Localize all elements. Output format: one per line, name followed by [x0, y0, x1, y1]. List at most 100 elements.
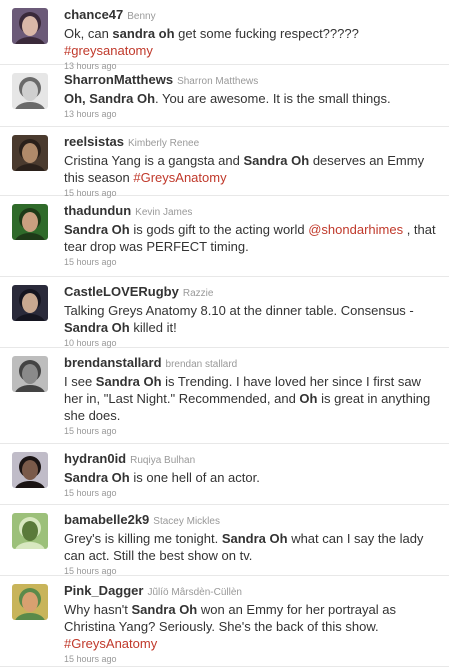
real-name: Kimberly Renee — [128, 138, 200, 149]
tweet-text: Ok, can sandra oh get some fucking respe… — [64, 25, 439, 59]
highlighted-term: Sandra Oh — [243, 153, 310, 168]
tweet-item[interactable]: hydran0id Ruqiya Bulhan Sandra Oh is one h… — [0, 444, 449, 505]
tweet-text-segment: Talking Greys Anatomy 8.10 at the dinner… — [64, 303, 414, 318]
tweet-item[interactable]: chance47 Benny Ok, can sandra oh get some … — [0, 0, 449, 71]
tweet-text-segment: get some fucking respect????? — [174, 26, 359, 41]
tweet-header: hydran0id Ruqiya Bulhan — [64, 451, 439, 469]
tweet-item[interactable]: SharronMatthews Sharron Matthews Oh, Sandr… — [0, 65, 449, 127]
tweet-item[interactable]: bamabelle2k9 Stacey Mickles Grey's is kill… — [0, 505, 449, 576]
screen-name-link[interactable]: reelsistas — [64, 134, 124, 149]
avatar-image — [12, 452, 48, 488]
highlighted-term: Oh, Sandra Oh — [64, 91, 156, 106]
tweet-text: Talking Greys Anatomy 8.10 at the dinner… — [64, 302, 439, 336]
screen-name-link[interactable]: SharronMatthews — [64, 72, 173, 87]
tweet-content: bamabelle2k9 Stacey Mickles Grey's is kill… — [64, 512, 439, 576]
screen-name-link[interactable]: hydran0id — [64, 451, 126, 466]
tweet-item[interactable]: Pink_Dagger Jũlíö Mârsdèn-Cüllèn Why hasn'… — [0, 576, 449, 667]
avatar[interactable] — [12, 73, 48, 109]
tweet-content: thadundun Kevin James Sandra Oh is gods gi… — [64, 203, 439, 267]
hashtag-link[interactable]: #greysanatomy — [64, 43, 153, 58]
tweet-content: Pink_Dagger Jũlíö Mârsdèn-Cüllèn Why hasn'… — [64, 583, 439, 664]
screen-name-link[interactable]: chance47 — [64, 7, 123, 22]
tweet-text-segment: Why hasn't — [64, 602, 132, 617]
tweet-content: chance47 Benny Ok, can sandra oh get some … — [64, 7, 439, 71]
tweet-text: Sandra Oh is one hell of an actor. — [64, 469, 439, 486]
tweet-header: bamabelle2k9 Stacey Mickles — [64, 512, 439, 530]
highlighted-term: sandra oh — [112, 26, 175, 41]
real-name: Razzie — [182, 288, 214, 299]
tweet-content: SharronMatthews Sharron Matthews Oh, Sandr… — [64, 72, 439, 119]
real-name: Jũlíö Mârsdèn-Cüllèn — [147, 587, 242, 598]
tweet-item[interactable]: CastleLOVERugby Razzie Talking Greys Anato… — [0, 277, 449, 348]
avatar[interactable] — [12, 135, 48, 171]
avatar[interactable] — [12, 285, 48, 321]
real-name: brendan stallard — [165, 359, 238, 370]
real-name: Ruqiya Bulhan — [130, 455, 196, 466]
avatar[interactable] — [12, 452, 48, 488]
real-name: Stacey Mickles — [153, 516, 220, 527]
avatar-image — [12, 73, 48, 109]
tweet-text: Sandra Oh is gods gift to the acting wor… — [64, 221, 439, 255]
hashtag-link[interactable]: #GreysAnatomy — [64, 636, 157, 651]
avatar-image — [12, 204, 48, 240]
highlighted-term: Sandra Oh — [95, 374, 162, 389]
tweet-content: brendanstallard brendan stallard I see San… — [64, 355, 439, 436]
tweet-header: brendanstallard brendan stallard — [64, 355, 439, 373]
tweet-item[interactable]: reelsistas Kimberly Renee Cristina Yang is… — [0, 127, 449, 198]
tweet-text-segment: Cristina Yang is a gangsta and — [64, 153, 244, 168]
real-name: Benny — [127, 11, 156, 22]
timestamp-link[interactable]: 15 hours ago — [64, 426, 439, 436]
avatar[interactable] — [12, 8, 48, 44]
avatar[interactable] — [12, 356, 48, 392]
avatar-image — [12, 285, 48, 321]
avatar[interactable] — [12, 204, 48, 240]
tweet-text-segment: Ok, can — [64, 26, 113, 41]
highlighted-term: Sandra Oh — [64, 320, 130, 335]
screen-name-link[interactable]: thadundun — [64, 203, 131, 218]
tweet-text: Grey's is killing me tonight. Sandra Oh … — [64, 530, 439, 564]
highlighted-term: Sandra Oh — [221, 531, 288, 546]
tweet-header: SharronMatthews Sharron Matthews — [64, 72, 439, 90]
tweet-header: CastleLOVERugby Razzie — [64, 284, 439, 302]
timestamp-link[interactable]: 15 hours ago — [64, 257, 439, 267]
avatar-image — [12, 356, 48, 392]
highlighted-term: Sandra Oh — [64, 470, 130, 485]
timestamp-link[interactable]: 15 hours ago — [64, 654, 439, 664]
tweet-text-segment: is one hell of an actor. — [129, 470, 260, 485]
screen-name-link[interactable]: CastleLOVERugby — [64, 284, 179, 299]
tweet-item[interactable]: brendanstallard brendan stallard I see San… — [0, 348, 449, 444]
tweet-content: CastleLOVERugby Razzie Talking Greys Anato… — [64, 284, 439, 348]
avatar-image — [12, 135, 48, 171]
tweet-text-segment: . You are awesome. It is the small thing… — [155, 91, 391, 106]
tweet-text: Oh, Sandra Oh. You are awesome. It is th… — [64, 90, 439, 107]
real-name: Sharron Matthews — [177, 76, 259, 87]
highlighted-term: Oh — [299, 391, 318, 406]
avatar[interactable] — [12, 513, 48, 549]
timestamp-link[interactable]: 10 hours ago — [64, 338, 439, 348]
tweet-header: chance47 Benny — [64, 7, 439, 25]
hashtag-link[interactable]: #GreysAnatomy — [133, 170, 226, 185]
timestamp-link[interactable]: 13 hours ago — [64, 109, 439, 119]
screen-name-link[interactable]: Pink_Dagger — [64, 583, 143, 598]
highlighted-term: Sandra Oh — [64, 222, 130, 237]
tweet-item[interactable]: thadundun Kevin James Sandra Oh is gods gi… — [0, 196, 449, 277]
tweet-text: Why hasn't Sandra Oh won an Emmy for her… — [64, 601, 439, 652]
tweet-text-segment: is gods gift to the acting world — [129, 222, 309, 237]
tweet-text-segment: killed it! — [129, 320, 177, 335]
highlighted-term: Sandra Oh — [131, 602, 198, 617]
tweet-content: reelsistas Kimberly Renee Cristina Yang is… — [64, 134, 439, 198]
timestamp-link[interactable]: 15 hours ago — [64, 488, 439, 498]
tweet-text: Cristina Yang is a gangsta and Sandra Oh… — [64, 152, 439, 186]
timestamp-link[interactable]: 15 hours ago — [64, 566, 439, 576]
mention-link[interactable]: @shondarhimes — [308, 222, 403, 237]
tweet-header: thadundun Kevin James — [64, 203, 439, 221]
tweet-text-segment: I see — [64, 374, 96, 389]
avatar[interactable] — [12, 584, 48, 620]
real-name: Kevin James — [135, 207, 193, 218]
avatar-image — [12, 584, 48, 620]
avatar-image — [12, 513, 48, 549]
screen-name-link[interactable]: brendanstallard — [64, 355, 162, 370]
tweet-content: hydran0id Ruqiya Bulhan Sandra Oh is one h… — [64, 451, 439, 498]
screen-name-link[interactable]: bamabelle2k9 — [64, 512, 149, 527]
tweet-header: Pink_Dagger Jũlíö Mârsdèn-Cüllèn — [64, 583, 439, 601]
